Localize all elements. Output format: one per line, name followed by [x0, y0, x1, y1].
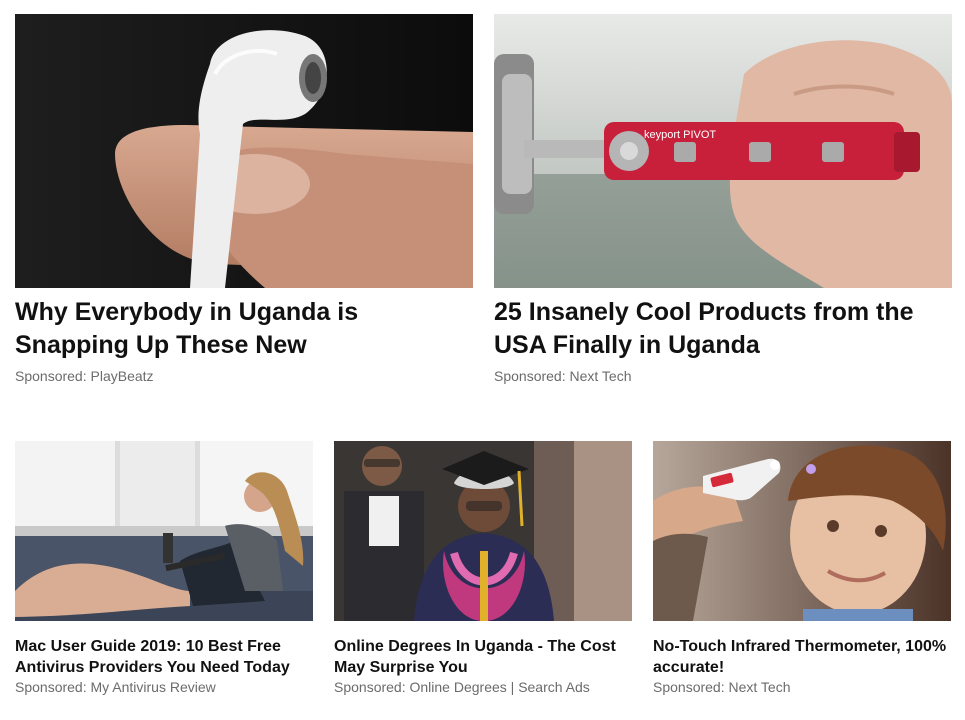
- sponsored-content-grid: Why Everybody in Uganda is Snapping Up T…: [0, 0, 965, 720]
- thermometer-image[interactable]: [653, 441, 951, 621]
- graduate-image[interactable]: [334, 441, 632, 621]
- sponsor-label[interactable]: Sponsored: My Antivirus Review: [15, 679, 216, 695]
- sponsored-card-antivirus[interactable]: Mac User Guide 2019: 10 Best Free Antivi…: [15, 0, 313, 710]
- card-headline[interactable]: Online Degrees In Uganda - The Cost May …: [334, 636, 634, 678]
- sponsored-card-online-degrees[interactable]: Online Degrees In Uganda - The Cost May …: [334, 0, 632, 710]
- sponsor-label[interactable]: Sponsored: Next Tech: [653, 679, 791, 695]
- sponsor-label[interactable]: Sponsored: Online Degrees | Search Ads: [334, 679, 590, 695]
- card-headline[interactable]: No-Touch Infrared Thermometer, 100% accu…: [653, 636, 953, 678]
- card-headline[interactable]: Mac User Guide 2019: 10 Best Free Antivi…: [15, 636, 315, 678]
- woman-laptop-image[interactable]: [15, 441, 313, 621]
- sponsored-card-thermometer[interactable]: No-Touch Infrared Thermometer, 100% accu…: [653, 0, 951, 710]
